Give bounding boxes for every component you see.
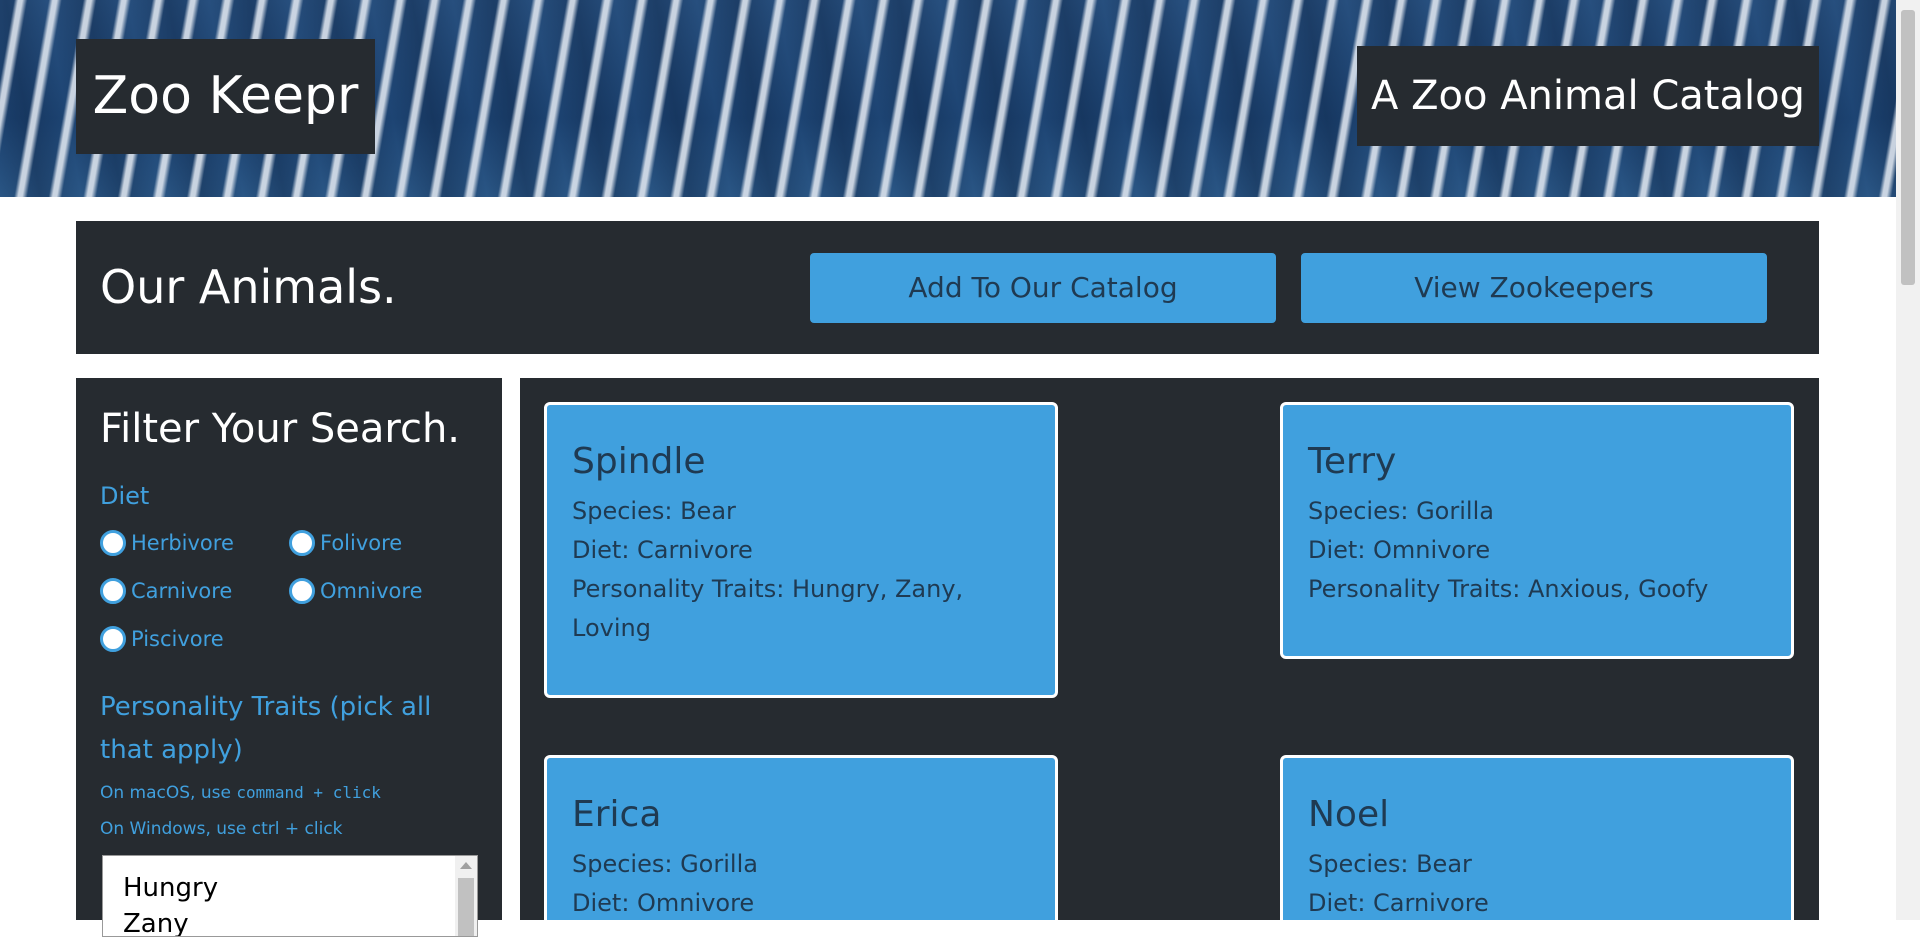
animal-diet: Diet: Omnivore bbox=[1308, 536, 1491, 564]
animals-header-bar: Our Animals. Add To Our Catalog View Zoo… bbox=[76, 221, 1819, 354]
radio-button[interactable] bbox=[100, 530, 126, 556]
animal-list-panel: Spindle Species: Bear Diet: Carnivore Pe… bbox=[520, 378, 1819, 920]
diet-option-label: Folivore bbox=[320, 531, 403, 555]
animal-name: Terry bbox=[1308, 441, 1397, 482]
diet-option-label: Piscivore bbox=[131, 627, 224, 651]
diet-radio-herbivore[interactable]: Herbivore bbox=[100, 527, 234, 559]
trait-option[interactable]: Hungry bbox=[103, 870, 477, 906]
diet-option-label: Omnivore bbox=[320, 579, 423, 603]
page-title: Our Animals. bbox=[100, 260, 397, 314]
diet-radio-folivore[interactable]: Folivore bbox=[289, 527, 402, 559]
animal-species: Species: Gorilla bbox=[572, 850, 758, 878]
filter-title: Filter Your Search. bbox=[100, 406, 461, 452]
diet-label: Diet bbox=[100, 482, 150, 510]
select-scrollbar[interactable] bbox=[455, 856, 477, 936]
diet-radio-carnivore[interactable]: Carnivore bbox=[100, 575, 232, 607]
diet-radio-omnivore[interactable]: Omnivore bbox=[289, 575, 423, 607]
animal-card[interactable]: Spindle Species: Bear Diet: Carnivore Pe… bbox=[544, 402, 1058, 698]
animal-name: Erica bbox=[572, 794, 662, 835]
filter-sidebar: Filter Your Search. Diet Herbivore Foliv… bbox=[76, 378, 502, 937]
animal-diet: Diet: Omnivore bbox=[572, 889, 755, 917]
diet-option-label: Herbivore bbox=[131, 531, 234, 555]
page-scrollbar[interactable] bbox=[1896, 0, 1920, 920]
animal-card[interactable]: Terry Species: Gorilla Diet: Omnivore Pe… bbox=[1280, 402, 1794, 659]
radio-button[interactable] bbox=[289, 530, 315, 556]
animal-species: Species: Bear bbox=[1308, 850, 1472, 878]
animal-card[interactable]: Erica Species: Gorilla Diet: Omnivore bbox=[544, 755, 1058, 920]
scroll-thumb[interactable] bbox=[458, 878, 474, 936]
trait-option[interactable]: Zany bbox=[103, 906, 477, 936]
animal-diet: Diet: Carnivore bbox=[1308, 889, 1489, 917]
mac-hint-text: On macOS, use bbox=[100, 783, 231, 803]
page-scroll-thumb[interactable] bbox=[1901, 10, 1915, 285]
windows-hint: On Windows, use ctrl + click bbox=[100, 819, 343, 839]
radio-button[interactable] bbox=[289, 578, 315, 604]
add-to-catalog-button[interactable]: Add To Our Catalog bbox=[810, 253, 1276, 323]
animal-traits: Personality Traits: Hungry, Zany, Loving bbox=[572, 575, 964, 642]
traits-label: Personality Traits (pick all that apply) bbox=[100, 692, 432, 765]
site-brand[interactable]: Zoo Keepr bbox=[76, 39, 375, 154]
radio-button[interactable] bbox=[100, 578, 126, 604]
animal-diet: Diet: Carnivore bbox=[572, 536, 753, 564]
scroll-up-icon[interactable] bbox=[460, 862, 472, 869]
animal-species: Species: Bear bbox=[572, 497, 736, 525]
radio-button[interactable] bbox=[100, 626, 126, 652]
animal-card[interactable]: Noel Species: Bear Diet: Carnivore bbox=[1280, 755, 1794, 920]
site-tagline: A Zoo Animal Catalog bbox=[1357, 46, 1819, 146]
animal-traits: Personality Traits: Anxious, Goofy bbox=[1308, 575, 1709, 603]
diet-radio-piscivore[interactable]: Piscivore bbox=[100, 623, 224, 655]
diet-option-label: Carnivore bbox=[131, 579, 233, 603]
animal-name: Noel bbox=[1308, 794, 1390, 835]
hero-banner: Zoo Keepr A Zoo Animal Catalog bbox=[0, 0, 1896, 197]
mac-hint: On macOS, use command + click bbox=[100, 783, 381, 803]
traits-select[interactable]: Hungry Zany bbox=[102, 855, 478, 937]
animal-name: Spindle bbox=[572, 441, 706, 482]
animal-species: Species: Gorilla bbox=[1308, 497, 1494, 525]
mac-hint-keys: command + click bbox=[236, 783, 381, 802]
view-zookeepers-button[interactable]: View Zookeepers bbox=[1301, 253, 1767, 323]
